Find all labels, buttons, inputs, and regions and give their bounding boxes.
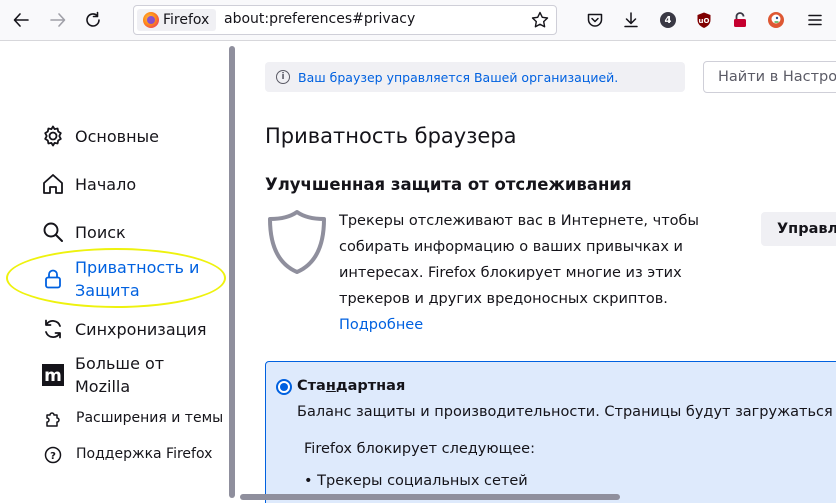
sidebar-item-label: Больше от Mozilla [75,354,165,396]
standard-title: Стандартная [297,378,406,394]
pocket-icon [587,13,603,27]
sidebar-item-label: Поддержка Firefox [76,446,213,462]
standard-protection-option[interactable]: Стандартная Баланс защиты и производител… [265,361,836,503]
forward-button[interactable] [43,5,73,35]
info-icon: i [276,70,290,84]
url-text[interactable]: about:preferences#privacy [224,11,415,27]
policy-notice-text: Ваш браузер управляется Вашей организаци… [298,69,619,85]
highlight-annotation [6,248,226,308]
sidebar-item-search[interactable]: Поиск [40,219,126,245]
sidebar-item-sync[interactable]: Синхронизация [40,316,207,342]
download-icon [624,12,638,28]
manage-exceptions-label: Управлять исключениями… [777,221,836,237]
star-icon [531,11,549,28]
hamburger-menu-icon [808,14,822,26]
etp-heading: Улучшенная защита от отслеживания [265,175,632,194]
identity-label: Firefox [163,12,210,28]
arrow-right-icon [50,13,66,27]
search-icon [40,219,66,245]
puzzle-icon [42,408,64,430]
badge-count-icon: 4 [660,12,676,28]
sidebar-item-label: Начало [75,174,137,194]
standard-blocks-label: Firefox блокирует следующее: [304,441,535,457]
mozilla-icon: m [40,362,66,388]
sidebar-item-general[interactable]: Основные [40,123,159,149]
horizontal-scrollbar[interactable] [240,494,620,500]
app-menu-button[interactable] [800,5,830,35]
back-button[interactable] [6,5,36,35]
blocked-item: • Трекеры социальных сетей [304,473,528,489]
shield-icon [266,209,328,279]
sidebar-item-more-from-mozilla[interactable]: m Больше от Mozilla [40,352,185,398]
svg-text:m: m [44,366,62,386]
ublock-shield-icon: uO [697,12,711,28]
privacy-pane: i Ваш браузер управляется Вашей организа… [236,41,836,503]
page-title: Приватность браузера [265,124,517,148]
sidebar-item-label: Синхронизация [75,319,207,339]
manage-exceptions-button[interactable]: Управлять исключениями… [761,212,836,246]
help-icon: ? [42,444,64,466]
svg-text:?: ? [50,451,56,462]
reload-button[interactable] [78,5,108,35]
navigation-toolbar: Firefox about:preferences#privacy 4 uO [0,0,836,41]
sidebar-item-addons[interactable]: Расширения и темы [40,407,223,430]
duckduckgo-icon [768,12,784,28]
url-bar[interactable]: Firefox about:preferences#privacy [133,5,557,35]
firefox-logo-icon [143,12,159,28]
preferences-sidebar: Основные Начало Поиск Приватность и Защи… [0,41,230,503]
duckduckgo-button[interactable] [761,5,791,35]
search-placeholder: Найти в Настройках [718,69,836,85]
pocket-button[interactable] [580,5,610,35]
sidebar-item-label: Поиск [75,222,126,242]
policy-notice[interactable]: i Ваш браузер управляется Вашей организа… [265,62,685,92]
identity-box[interactable]: Firefox [137,9,217,31]
standard-radio[interactable] [276,379,292,395]
extension-badge-button[interactable]: 4 [653,5,683,35]
vertical-scrollbar[interactable] [229,46,235,498]
gear-icon [40,123,66,149]
sync-icon [40,316,66,342]
downloads-button[interactable] [616,5,646,35]
bookmark-star-button[interactable] [530,10,550,34]
arrow-left-icon [13,13,29,27]
sidebar-item-home[interactable]: Начало [40,171,136,197]
reload-icon [86,11,100,27]
standard-subtitle: Баланс защиты и производительности. Стра… [297,404,836,420]
svg-text:uO: uO [699,17,710,25]
padlock-icon [734,12,746,27]
home-icon [40,171,66,197]
sidebar-item-label: Расширения и темы [76,410,224,426]
etp-description: Трекеры отслеживают вас в Интернете, что… [339,213,699,307]
ublock-button[interactable]: uO [689,5,719,35]
learn-more-link[interactable]: Подробнее [339,317,423,333]
settings-search-input[interactable]: Найти в Настройках [703,61,836,93]
sidebar-item-support[interactable]: ? Поддержка Firefox [40,443,212,466]
lock-extension-button[interactable] [725,5,755,35]
sidebar-item-label: Основные [75,126,160,146]
